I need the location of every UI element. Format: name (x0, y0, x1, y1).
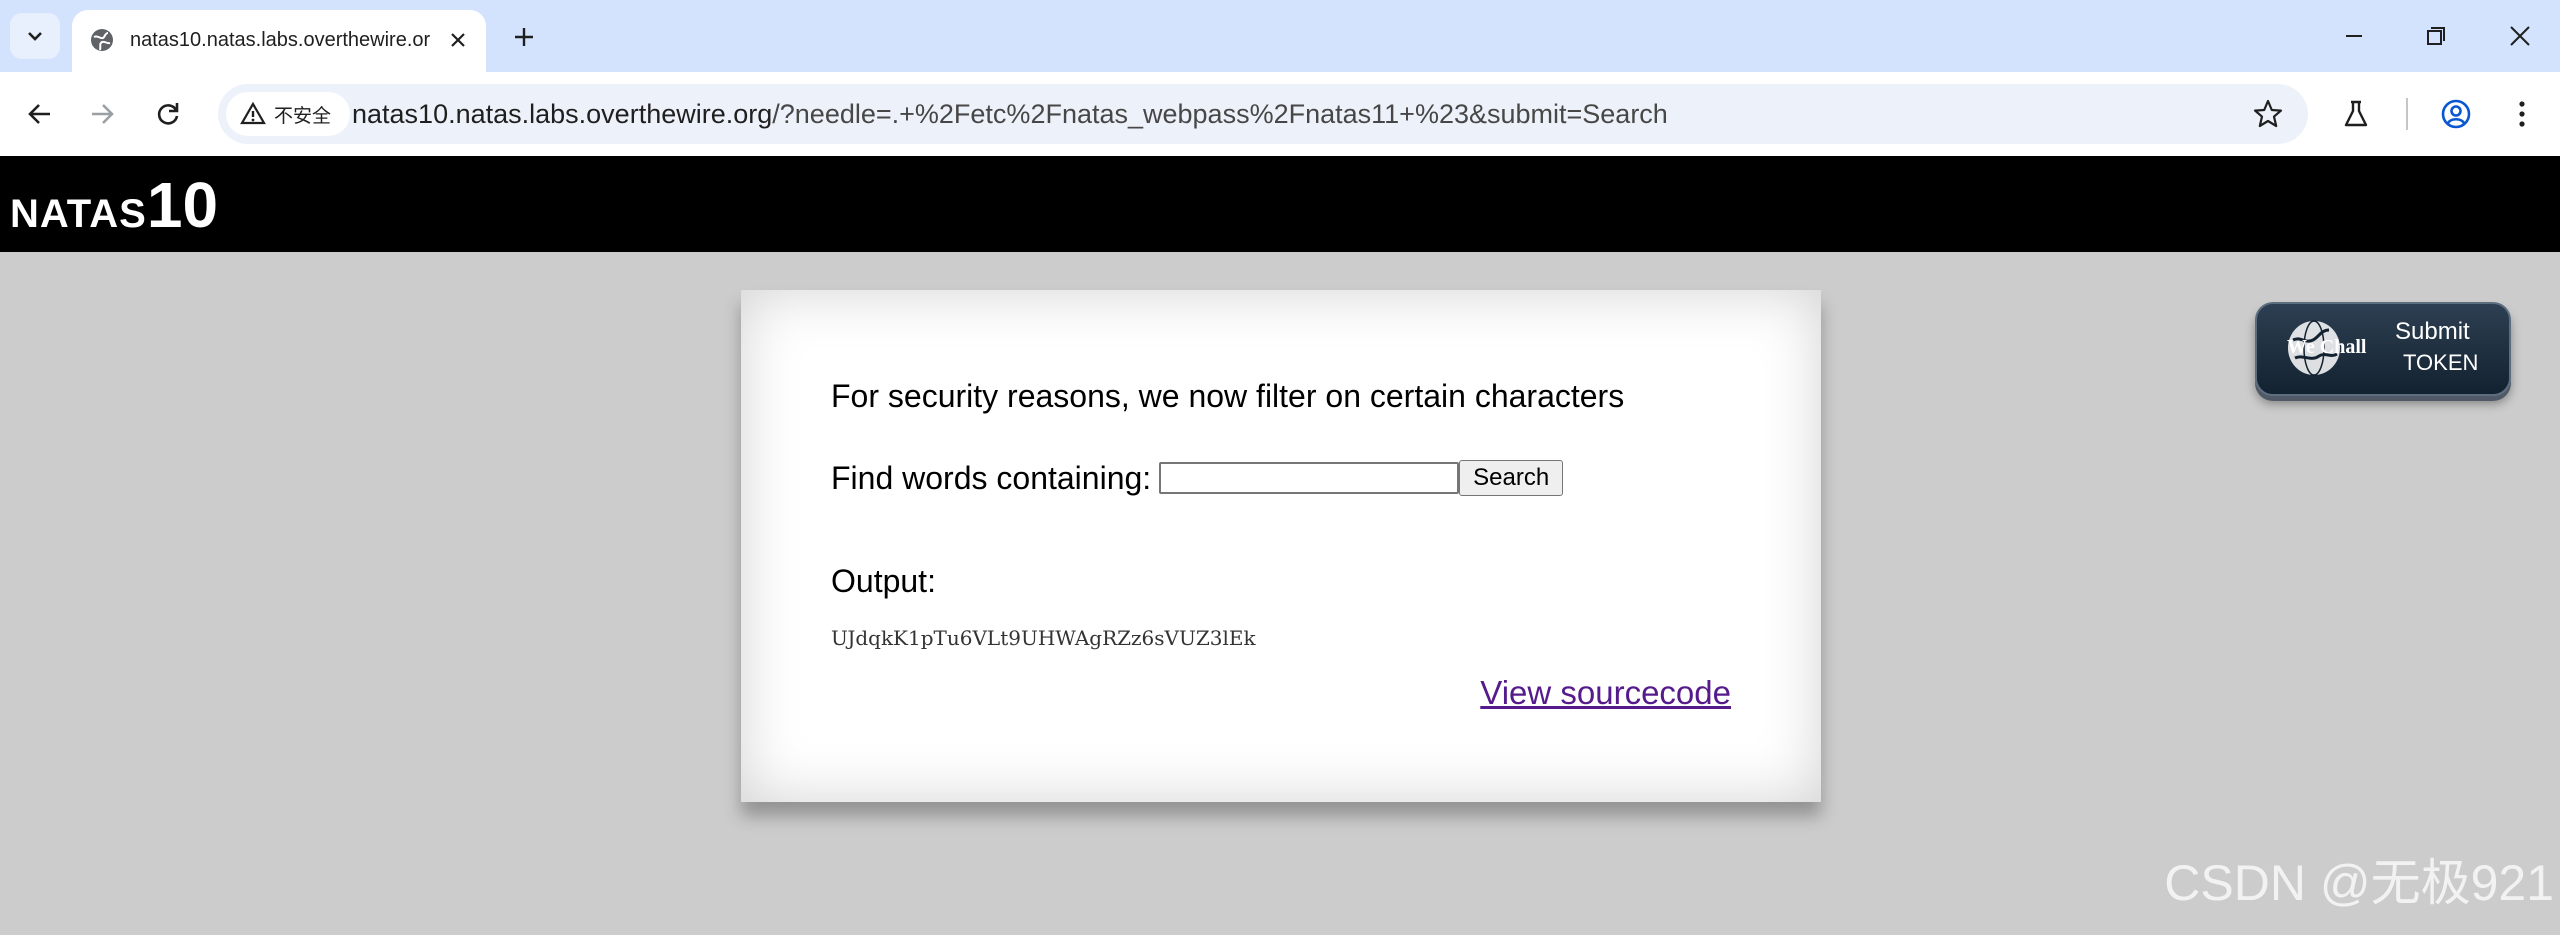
profile-button[interactable] (2436, 94, 2476, 134)
more-menu-button[interactable] (2502, 94, 2542, 134)
minimize-icon (2346, 35, 2362, 37)
site-logo: NATAS10 (10, 168, 218, 242)
address-bar[interactable]: 不安全 natas10.natas.labs.overthewire.org/?… (218, 84, 2308, 144)
web-page: NATAS10 For security reasons, we now fil… (0, 156, 2560, 935)
labs-flask-icon (2344, 100, 2368, 127)
forward-button[interactable] (80, 92, 124, 136)
window-close-button[interactable] (2490, 14, 2550, 58)
toolbar-separator (2406, 98, 2408, 130)
find-label: Find words containing: (831, 459, 1152, 496)
watermark: CSDN @无极921 (2164, 855, 2554, 911)
output-label: Output: (831, 563, 936, 599)
url-text[interactable]: natas10.natas.labs.overthewire.org/?need… (352, 98, 1668, 130)
plus-icon (515, 28, 533, 46)
profile-icon (2441, 99, 2471, 129)
tab-search-button[interactable] (10, 13, 60, 59)
view-sourcecode-link[interactable]: View sourcecode (1480, 674, 1731, 712)
security-label: 不安全 (274, 105, 332, 127)
browser-toolbar: 不安全 natas10.natas.labs.overthewire.org/?… (0, 72, 2560, 156)
reload-icon (157, 103, 179, 125)
intro-text: For security reasons, we now filter on c… (831, 378, 1625, 414)
tab-title: natas10.natas.labs.overthewire.org (130, 29, 430, 51)
back-button[interactable] (18, 92, 62, 136)
restore-button[interactable] (2406, 14, 2466, 58)
new-tab-button[interactable] (505, 18, 543, 56)
url-path: /?needle=.+%2Fetc%2Fnatas_webpass%2Fnata… (772, 99, 1668, 129)
close-icon (451, 33, 465, 47)
window-close-icon (2510, 26, 2530, 46)
logo-prefix: NATAS (10, 192, 147, 236)
output-value: UJdqkK1pTu6VLt9UHWAgRZz6sVUZ3lEk (831, 626, 1256, 650)
back-icon (28, 104, 50, 124)
content-panel: For security reasons, we now filter on c… (741, 290, 1821, 802)
restore-icon (2427, 27, 2445, 45)
submit-label: Submit (2395, 318, 2470, 345)
star-icon[interactable] (2252, 98, 2284, 130)
token-label: TOKEN (2403, 350, 2479, 375)
search-button[interactable]: Search (1459, 460, 1564, 496)
submit-token-button[interactable]: We Chall Submit TOKEN (2255, 302, 2511, 396)
tab-close-button[interactable] (444, 26, 472, 54)
reload-button[interactable] (146, 92, 190, 136)
needle-input[interactable] (1159, 462, 1460, 494)
globe-favicon-icon (91, 29, 113, 51)
site-info-chip[interactable]: 不安全 (226, 92, 350, 136)
browser-tab[interactable]: natas10.natas.labs.overthewire.org (72, 10, 486, 72)
search-form: Find words containing: Search (831, 458, 1564, 498)
warning-icon (240, 101, 266, 125)
minimize-button[interactable] (2324, 14, 2384, 58)
wechall-brand: We Chall (2287, 336, 2367, 358)
logo-number: 10 (146, 169, 219, 241)
url-host: natas10.natas.labs.overthewire.org (352, 99, 773, 129)
forward-icon (92, 104, 114, 124)
tab-search-icon (28, 32, 42, 41)
tab-strip: natas10.natas.labs.overthewire.org (0, 0, 2560, 72)
labs-button[interactable] (2336, 94, 2376, 134)
header-banner: NATAS10 (0, 156, 2560, 252)
more-vert-icon (2519, 101, 2525, 127)
